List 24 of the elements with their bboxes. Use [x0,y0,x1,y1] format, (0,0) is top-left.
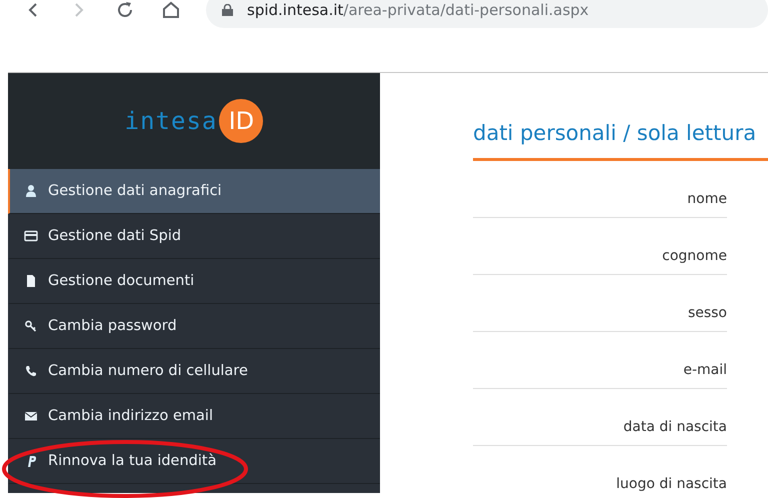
field-label: cognome [661,248,727,266]
menu-item[interactable]: Cambia numero di cellulare [8,349,380,394]
document-icon [24,274,38,288]
page-title: dati personali / sola lettura [473,121,758,145]
address-bar[interactable]: spid.intesa.it/area-privata/dati-personali.aspx [206,0,768,28]
home-icon[interactable] [160,0,182,21]
menu-item[interactable]: Cambia indirizzo email [8,394,380,439]
phone-icon [24,364,38,378]
key-icon [24,319,38,333]
menu-item[interactable]: Gestione dati Spid [8,214,380,259]
field-label: e-mail [682,362,727,380]
field-label: data di nascita [622,419,727,437]
card-icon [24,229,38,243]
field-label: nome [686,191,727,209]
menu-item[interactable]: Gestione dati anagrafici [8,169,380,214]
menu-item[interactable]: Gestione documenti [8,259,380,304]
user-icon [24,184,38,198]
envelope-icon [24,409,38,423]
field-label: sesso [686,305,727,323]
menu-item[interactable]: Cambia password [8,304,380,349]
lock-icon [222,4,233,16]
field-label: luogo di nascita [615,476,727,494]
menu-item[interactable]: Rinnova la tua idendità [8,439,380,484]
logo: intesa ID [8,73,380,169]
